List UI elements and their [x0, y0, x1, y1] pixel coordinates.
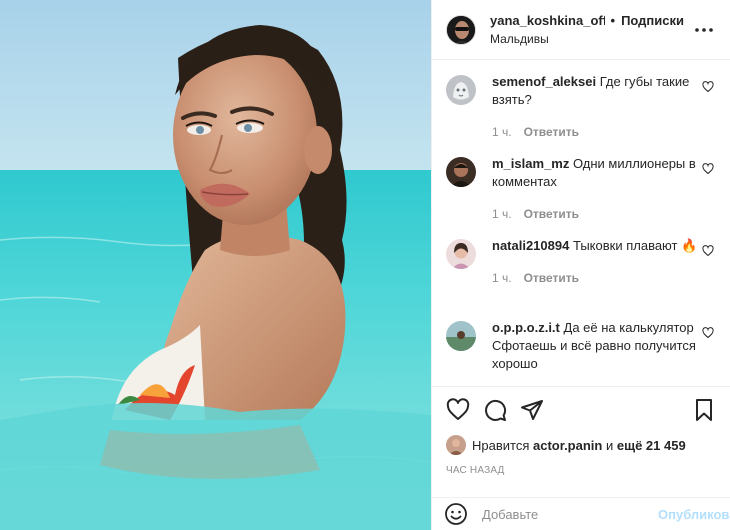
author-avatar[interactable]: [446, 14, 476, 45]
comment-body: m_islam_mz Одни миллионеры в комментах 1…: [492, 155, 716, 237]
comment-body: o.p.p.o.z.i.t Да её на калькулятор Сфота…: [492, 319, 716, 373]
comment-meta: 1 ч. Ответить: [492, 207, 698, 221]
comment-like-heart-icon[interactable]: [702, 245, 714, 257]
post-time[interactable]: ЧАС НАЗАД: [446, 465, 716, 476]
liker-avatar[interactable]: [446, 435, 466, 455]
comment-text: Тыковки плавают 🔥: [572, 238, 698, 253]
comment-username[interactable]: m_islam_mz: [492, 156, 569, 171]
comment-time[interactable]: 1 ч.: [492, 125, 512, 139]
post-photo[interactable]: [0, 0, 431, 530]
comment-body: natali210894 Тыковки плавают 🔥 1 ч. Отве…: [492, 237, 716, 319]
comment-like-heart-icon[interactable]: [702, 327, 714, 339]
comment-composer: Опубликовать: [432, 497, 730, 530]
comment-like-heart-icon[interactable]: [702, 81, 714, 93]
comment-item: m_islam_mz Одни миллионеры в комментах 1…: [446, 155, 716, 237]
commenter-avatar[interactable]: [446, 239, 476, 269]
following-button[interactable]: Подписки: [621, 13, 684, 28]
author-avatar-image: [447, 15, 475, 44]
liker-username[interactable]: actor.panin: [533, 438, 602, 453]
comment-input[interactable]: [482, 506, 658, 522]
reply-button[interactable]: Ответить: [524, 125, 579, 139]
likes-count[interactable]: ещё 21 459: [617, 438, 686, 453]
comment-item: natali210894 Тыковки плавают 🔥 1 ч. Отве…: [446, 237, 716, 319]
header-text: yana_koshkina_offic • Подписки Мальдивы: [490, 13, 684, 46]
comment-time[interactable]: 1 ч.: [492, 271, 512, 285]
publish-button[interactable]: Опубликовать: [658, 507, 730, 522]
comment-text-line: semenof_aleksei Где губы такие взять?: [492, 73, 698, 109]
send-icon[interactable]: [520, 398, 544, 422]
post-actions: Нравится actor.panin и ещё 21 459 ЧАС НА…: [432, 386, 730, 476]
reply-button[interactable]: Ответить: [524, 271, 579, 285]
heart-icon[interactable]: [446, 398, 470, 422]
woman-in-sea-image: [0, 0, 431, 530]
comment-meta: 1 ч. Ответить: [492, 125, 698, 139]
comment-item: semenof_aleksei Где губы такие взять? 1 …: [446, 73, 716, 155]
smile-icon[interactable]: [444, 502, 468, 526]
action-icons-row: [446, 387, 716, 433]
comment-username[interactable]: semenof_aleksei: [492, 74, 596, 89]
post-header: yana_koshkina_offic • Подписки Мальдивы: [432, 0, 730, 60]
comment-icon[interactable]: [483, 398, 507, 422]
comment-meta: 1 ч. Ответить: [492, 271, 698, 285]
post-side-panel: yana_koshkina_offic • Подписки Мальдивы …: [431, 0, 730, 530]
comment-text-line: o.p.p.o.z.i.t Да её на калькулятор Сфота…: [492, 319, 698, 373]
commenter-avatar[interactable]: [446, 321, 476, 351]
author-username[interactable]: yana_koshkina_offic: [490, 13, 605, 28]
separator-dot: •: [610, 13, 616, 28]
reply-button[interactable]: Ответить: [524, 207, 579, 221]
bookmark-icon[interactable]: [692, 398, 716, 422]
comment-text-line: m_islam_mz Одни миллионеры в комментах: [492, 155, 698, 191]
commenter-avatar[interactable]: [446, 75, 476, 105]
likes-middle: и: [605, 437, 614, 453]
post-location[interactable]: Мальдивы: [490, 32, 684, 46]
comment-username[interactable]: natali210894: [492, 238, 569, 253]
comment-item: o.p.p.o.z.i.t Да её на калькулятор Сфота…: [446, 319, 716, 373]
header-top-row: yana_koshkina_offic • Подписки: [490, 13, 684, 28]
comment-time[interactable]: 1 ч.: [492, 207, 512, 221]
instagram-post: yana_koshkina_offic • Подписки Мальдивы …: [0, 0, 730, 530]
commenter-avatar[interactable]: [446, 157, 476, 187]
comment-like-heart-icon[interactable]: [702, 163, 714, 175]
comments-list[interactable]: semenof_aleksei Где губы такие взять? 1 …: [432, 61, 730, 386]
comment-username[interactable]: o.p.p.o.z.i.t: [492, 320, 560, 335]
comment-text-line: natali210894 Тыковки плавают 🔥: [492, 237, 698, 255]
likes-summary: Нравится actor.panin и ещё 21 459: [446, 433, 716, 457]
comment-body: semenof_aleksei Где губы такие взять? 1 …: [492, 73, 716, 155]
likes-prefix: Нравится: [472, 437, 530, 453]
more-options-icon[interactable]: [692, 18, 716, 42]
